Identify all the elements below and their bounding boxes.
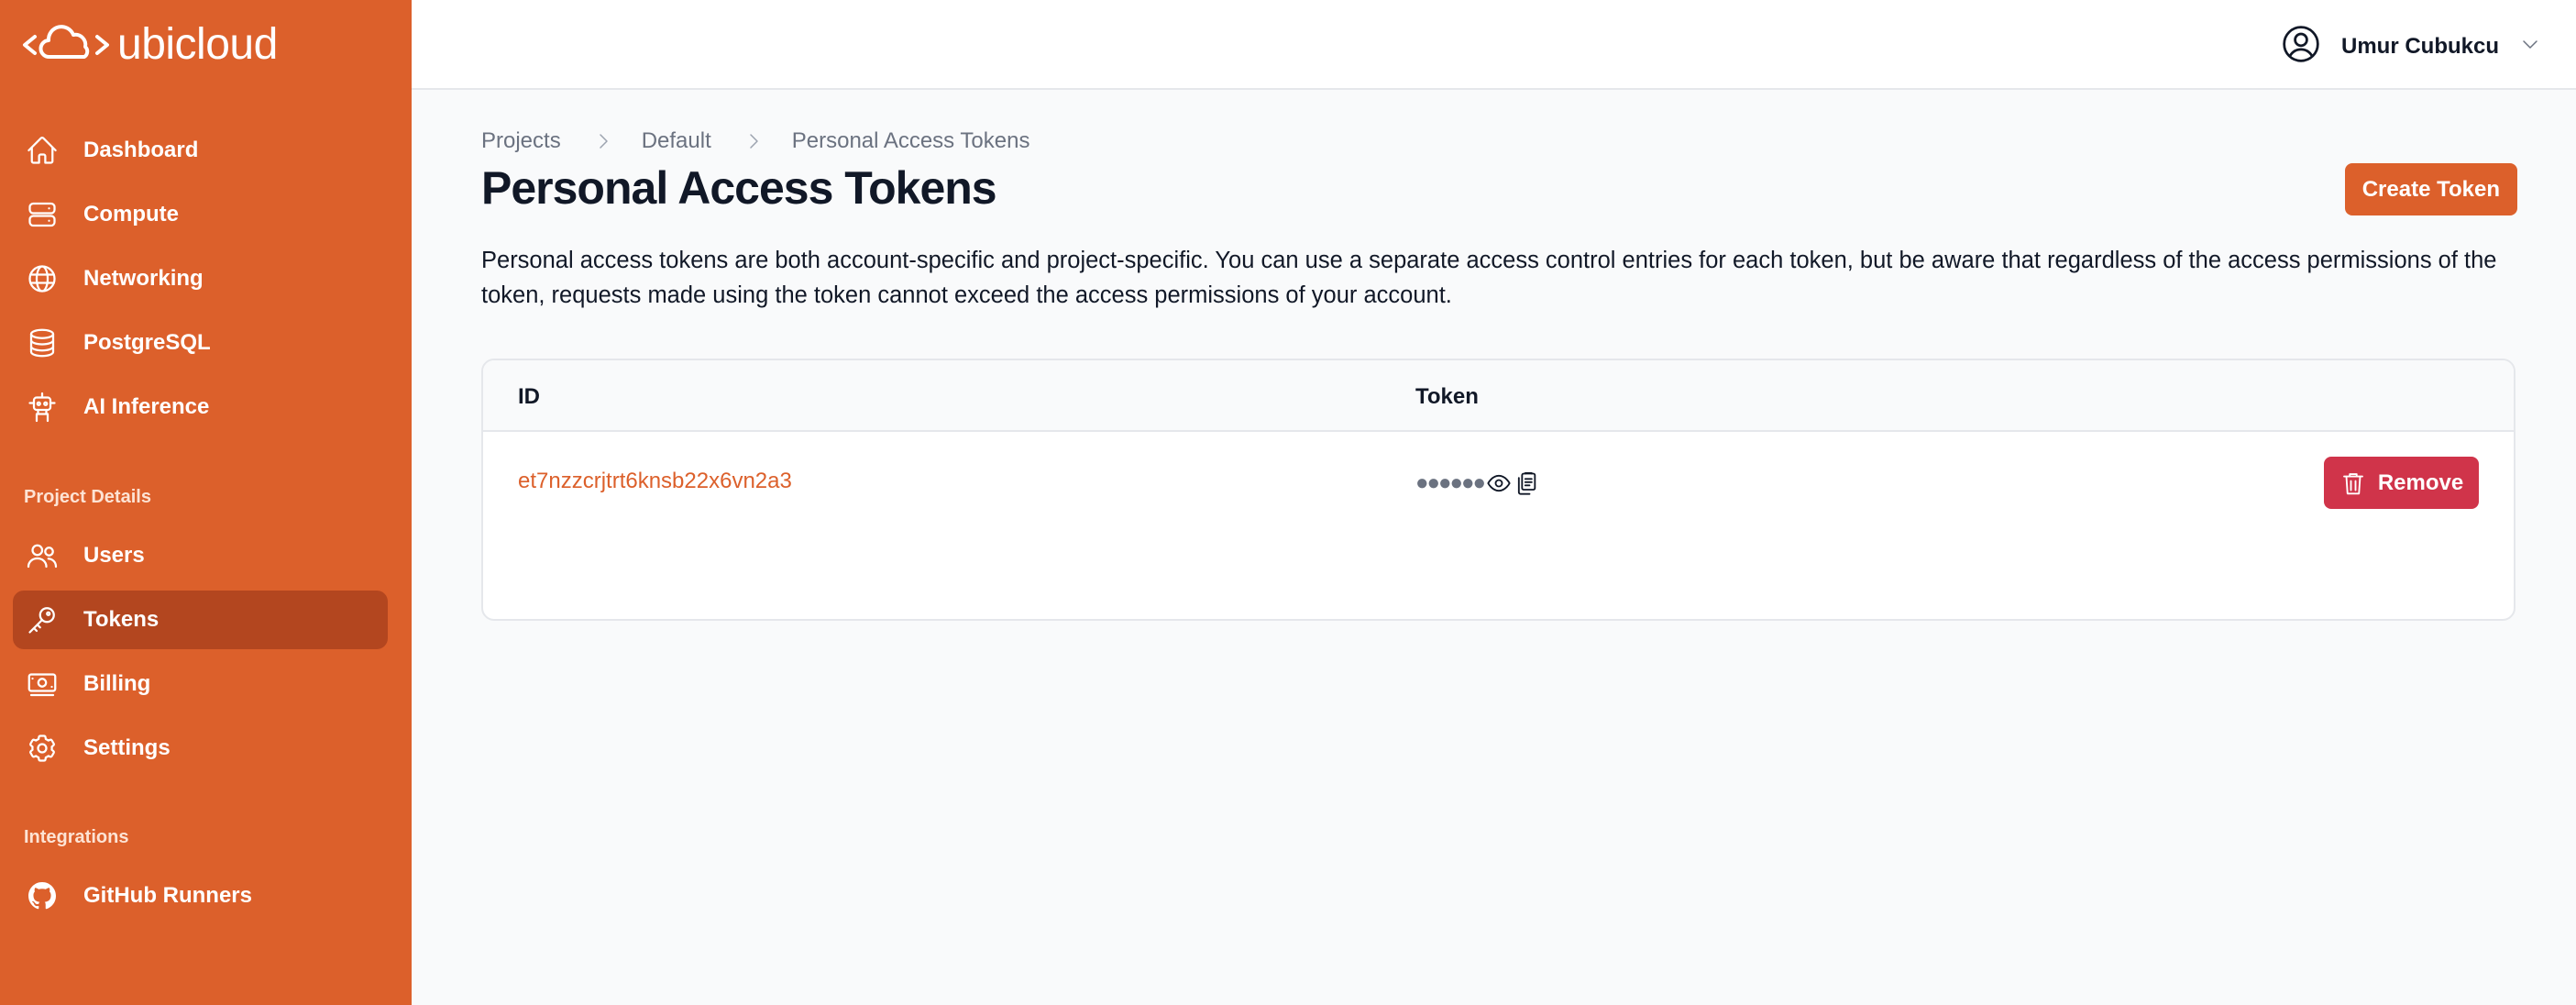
sidebar-item-label: Compute bbox=[83, 202, 179, 226]
sidebar-item-label: Billing bbox=[83, 671, 151, 696]
sidebar-item-tokens[interactable]: Tokens bbox=[13, 591, 388, 649]
sidebar-item-github-runners[interactable]: GitHub Runners bbox=[13, 867, 388, 925]
page-title: Personal Access Tokens bbox=[481, 162, 997, 214]
sidebar-item-label: Dashboard bbox=[83, 138, 199, 162]
project-details-heading: Project Details bbox=[24, 487, 151, 507]
breadcrumb-current[interactable]: Personal Access Tokens bbox=[792, 128, 1030, 154]
create-token-button[interactable]: Create Token bbox=[2344, 163, 2517, 215]
sidebar-item-users[interactable]: Users bbox=[13, 526, 388, 585]
users-icon bbox=[27, 544, 58, 569]
breadcrumb-default[interactable]: Default bbox=[642, 128, 711, 154]
eye-icon[interactable] bbox=[1486, 470, 1512, 496]
sidebar-item-label: AI Inference bbox=[83, 394, 210, 419]
remove-button-label: Remove bbox=[2377, 469, 2464, 495]
brand-name: ubicloud bbox=[117, 19, 278, 69]
robot-icon bbox=[28, 392, 56, 423]
sidebar-item-billing[interactable]: Billing bbox=[13, 655, 388, 713]
sidebar: ubicloud Dashboard Compute Networking Po… bbox=[0, 0, 412, 1005]
column-header-id: ID bbox=[518, 384, 540, 409]
sidebar-item-label: Settings bbox=[83, 735, 171, 760]
remove-token-button[interactable]: Remove bbox=[2324, 457, 2479, 509]
chevron-down-icon bbox=[2523, 40, 2537, 49]
globe-icon bbox=[28, 265, 56, 293]
sidebar-item-compute[interactable]: Compute bbox=[13, 185, 388, 244]
table-header: ID Token bbox=[483, 360, 2514, 432]
page-description: Personal access tokens are both account-… bbox=[481, 248, 2497, 308]
sidebar-item-label: Users bbox=[83, 543, 145, 568]
chevron-right-icon bbox=[750, 134, 758, 149]
home-icon bbox=[28, 136, 57, 164]
token-masked-value: ●●●●●● bbox=[1415, 470, 1486, 495]
sidebar-item-label: Networking bbox=[83, 266, 204, 291]
user-avatar bbox=[2281, 24, 2321, 69]
sidebar-item-postgresql[interactable]: PostgreSQL bbox=[13, 314, 388, 372]
token-id-link[interactable]: et7nzzcrjtrt6knsb22x6vn2a3 bbox=[518, 469, 792, 494]
ubicloud-logo[interactable]: ubicloud bbox=[22, 19, 278, 69]
gear-icon bbox=[29, 734, 55, 762]
user-menu[interactable]: Umur Cubukcu bbox=[2281, 24, 2541, 69]
user-name: Umur Cubukcu bbox=[2340, 33, 2499, 59]
top-header: Umur Cubukcu bbox=[412, 0, 2576, 90]
user-circle-icon bbox=[2283, 26, 2319, 62]
chevron-right-icon bbox=[599, 134, 608, 149]
github-icon bbox=[28, 882, 57, 910]
main-nav: Dashboard Compute Networking PostgreSQL … bbox=[13, 121, 388, 442]
banknotes-icon bbox=[28, 673, 57, 697]
key-icon bbox=[28, 607, 55, 634]
trash-icon bbox=[2342, 472, 2363, 494]
sidebar-item-dashboard[interactable]: Dashboard bbox=[13, 121, 388, 180]
breadcrumb-projects[interactable]: Projects bbox=[481, 128, 561, 154]
token-value: ●●●●●● bbox=[1415, 470, 1539, 496]
breadcrumb: Projects Default Personal Access Tokens bbox=[481, 128, 1029, 154]
server-icon bbox=[28, 202, 56, 227]
tokens-table: ID Token et7nzzcrjtrt6knsb22x6vn2a3 ●●●●… bbox=[481, 359, 2515, 621]
project-nav: Users Tokens Billing Settings bbox=[13, 526, 388, 783]
sidebar-item-label: Tokens bbox=[83, 607, 160, 632]
sidebar-item-settings[interactable]: Settings bbox=[13, 719, 388, 778]
sidebar-item-networking[interactable]: Networking bbox=[13, 249, 388, 308]
user-menu-chevron bbox=[2519, 33, 2541, 60]
integrations-heading: Integrations bbox=[24, 827, 129, 847]
database-icon bbox=[29, 328, 55, 358]
column-header-token: Token bbox=[1415, 384, 1479, 409]
cloud-logo-icon bbox=[23, 25, 109, 59]
sidebar-item-label: PostgreSQL bbox=[83, 330, 211, 355]
sidebar-item-label: GitHub Runners bbox=[83, 883, 252, 908]
sidebar-item-ai-inference[interactable]: AI Inference bbox=[13, 378, 388, 436]
clipboard-copy-icon[interactable] bbox=[1514, 470, 1539, 496]
table-row: et7nzzcrjtrt6knsb22x6vn2a3 ●●●●●● Remove bbox=[483, 432, 2514, 533]
integrations-nav: GitHub Runners bbox=[13, 867, 388, 931]
